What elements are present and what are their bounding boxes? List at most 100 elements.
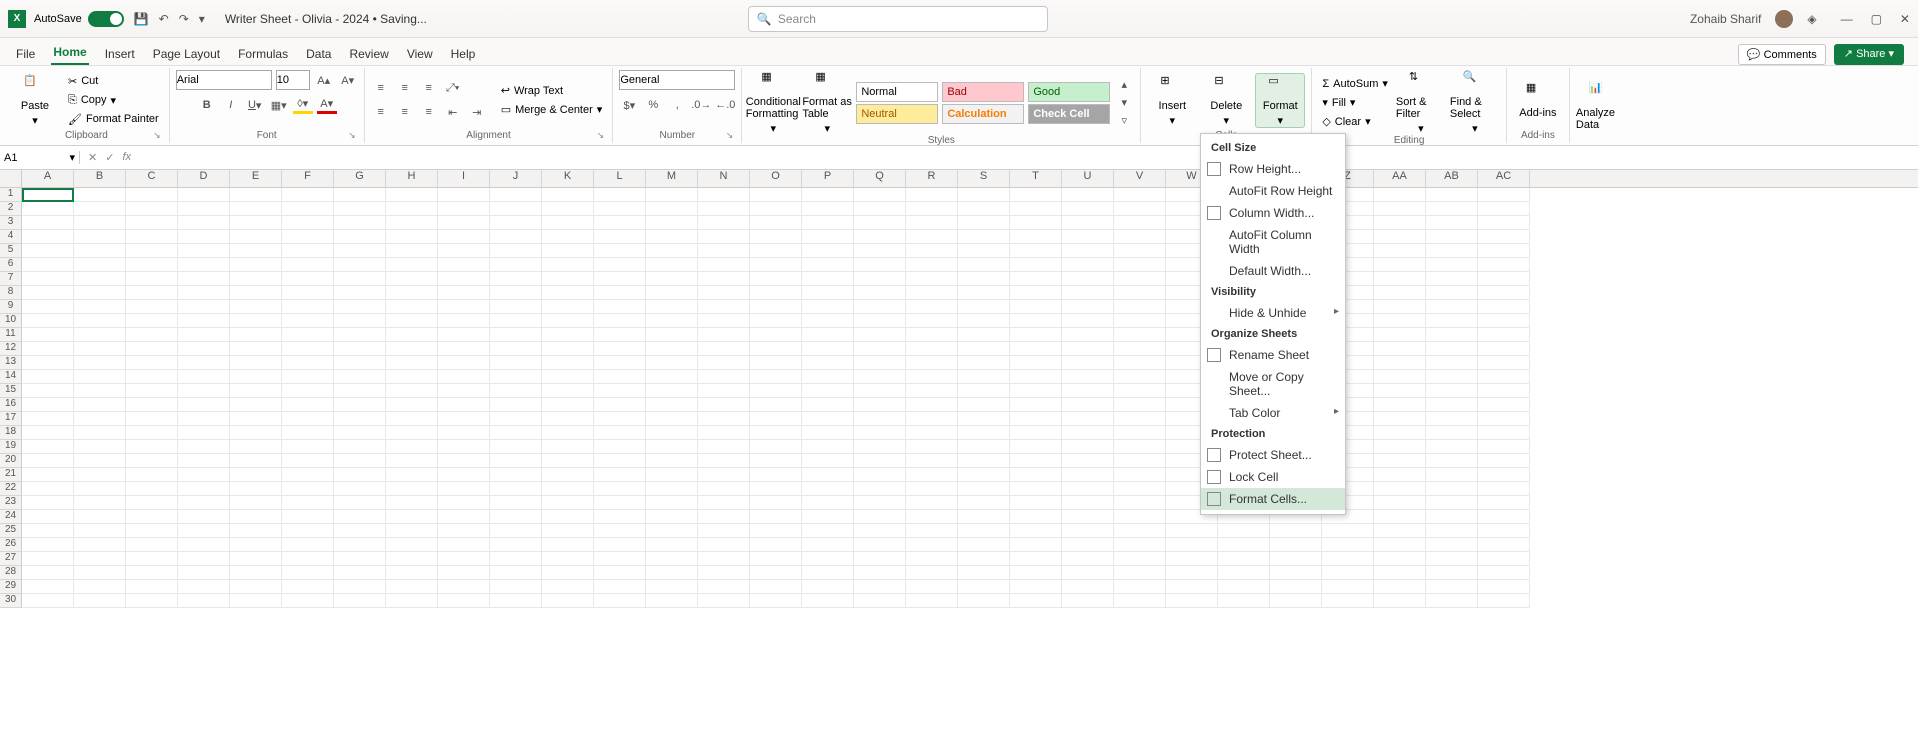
cell[interactable] (750, 328, 802, 342)
cell[interactable] (854, 496, 906, 510)
paste-button[interactable]: 📋 Paste▾ (10, 74, 60, 127)
cell[interactable] (594, 384, 646, 398)
cell[interactable] (854, 412, 906, 426)
user-name[interactable]: Zohaib Sharif (1690, 12, 1761, 26)
cell[interactable] (230, 468, 282, 482)
cell[interactable] (1478, 538, 1530, 552)
row-header[interactable]: 7 (0, 272, 22, 286)
cell[interactable] (802, 202, 854, 216)
cell[interactable] (698, 552, 750, 566)
cell[interactable] (230, 482, 282, 496)
cell[interactable] (750, 272, 802, 286)
cell[interactable] (1218, 538, 1270, 552)
row-header[interactable]: 19 (0, 440, 22, 454)
style-check-cell[interactable]: Check Cell (1028, 104, 1110, 124)
column-header[interactable]: AA (1374, 170, 1426, 187)
cell[interactable] (1478, 272, 1530, 286)
cell[interactable] (1114, 328, 1166, 342)
cell[interactable] (1062, 188, 1114, 202)
cell[interactable] (1478, 286, 1530, 300)
cell[interactable] (386, 244, 438, 258)
cell[interactable] (1010, 286, 1062, 300)
cell[interactable] (1426, 398, 1478, 412)
cell[interactable] (282, 510, 334, 524)
cell[interactable] (282, 328, 334, 342)
cell[interactable] (906, 398, 958, 412)
cell[interactable] (438, 202, 490, 216)
cell[interactable] (958, 202, 1010, 216)
cell[interactable] (74, 496, 126, 510)
tab-file[interactable]: File (14, 43, 37, 65)
cell[interactable] (958, 580, 1010, 594)
row-header[interactable]: 22 (0, 482, 22, 496)
cell[interactable] (178, 202, 230, 216)
cell[interactable] (750, 454, 802, 468)
cell[interactable] (230, 580, 282, 594)
cell[interactable] (1426, 258, 1478, 272)
cell[interactable] (646, 566, 698, 580)
cell[interactable] (1062, 328, 1114, 342)
cell[interactable] (1478, 300, 1530, 314)
column-header[interactable]: P (802, 170, 854, 187)
cell[interactable] (906, 580, 958, 594)
cell[interactable] (1426, 244, 1478, 258)
cell[interactable] (698, 314, 750, 328)
row-header[interactable]: 29 (0, 580, 22, 594)
cell[interactable] (854, 454, 906, 468)
dd-default-width[interactable]: Default Width... (1201, 260, 1345, 282)
cell[interactable] (1478, 580, 1530, 594)
cell[interactable] (22, 440, 74, 454)
cell[interactable] (1062, 412, 1114, 426)
cell[interactable] (802, 468, 854, 482)
cell[interactable] (1010, 230, 1062, 244)
cell[interactable] (1374, 524, 1426, 538)
cell[interactable] (646, 328, 698, 342)
cell[interactable] (1478, 258, 1530, 272)
cell[interactable] (230, 342, 282, 356)
cell[interactable] (1062, 454, 1114, 468)
cell[interactable] (542, 566, 594, 580)
cell[interactable] (74, 202, 126, 216)
cell[interactable] (958, 398, 1010, 412)
cell[interactable] (386, 286, 438, 300)
cell[interactable] (906, 496, 958, 510)
cell[interactable] (1010, 356, 1062, 370)
cell[interactable] (750, 398, 802, 412)
cell[interactable] (1010, 468, 1062, 482)
cell[interactable] (906, 482, 958, 496)
column-header[interactable]: A (22, 170, 74, 187)
cell[interactable] (1270, 538, 1322, 552)
cell[interactable] (854, 286, 906, 300)
cell[interactable] (802, 538, 854, 552)
cell[interactable] (750, 258, 802, 272)
cell[interactable] (178, 342, 230, 356)
cell[interactable] (126, 566, 178, 580)
cell[interactable] (22, 258, 74, 272)
cell[interactable] (594, 244, 646, 258)
cell[interactable] (282, 552, 334, 566)
cell[interactable] (646, 370, 698, 384)
cell[interactable] (230, 216, 282, 230)
cell[interactable] (1270, 552, 1322, 566)
cell[interactable] (178, 594, 230, 608)
cell[interactable] (958, 524, 1010, 538)
cell[interactable] (386, 538, 438, 552)
row-header[interactable]: 20 (0, 454, 22, 468)
cell[interactable] (438, 328, 490, 342)
cell[interactable] (282, 468, 334, 482)
cell[interactable] (22, 286, 74, 300)
cell[interactable] (1426, 496, 1478, 510)
tab-review[interactable]: Review (347, 43, 390, 65)
cell[interactable] (1374, 594, 1426, 608)
cell[interactable] (698, 482, 750, 496)
cell[interactable] (1062, 440, 1114, 454)
cell[interactable] (22, 412, 74, 426)
cell[interactable] (1062, 524, 1114, 538)
cell[interactable] (906, 300, 958, 314)
cell[interactable] (542, 510, 594, 524)
column-header[interactable]: E (230, 170, 282, 187)
cell[interactable] (74, 286, 126, 300)
cell[interactable] (126, 426, 178, 440)
cell[interactable] (126, 188, 178, 202)
cell[interactable] (386, 426, 438, 440)
